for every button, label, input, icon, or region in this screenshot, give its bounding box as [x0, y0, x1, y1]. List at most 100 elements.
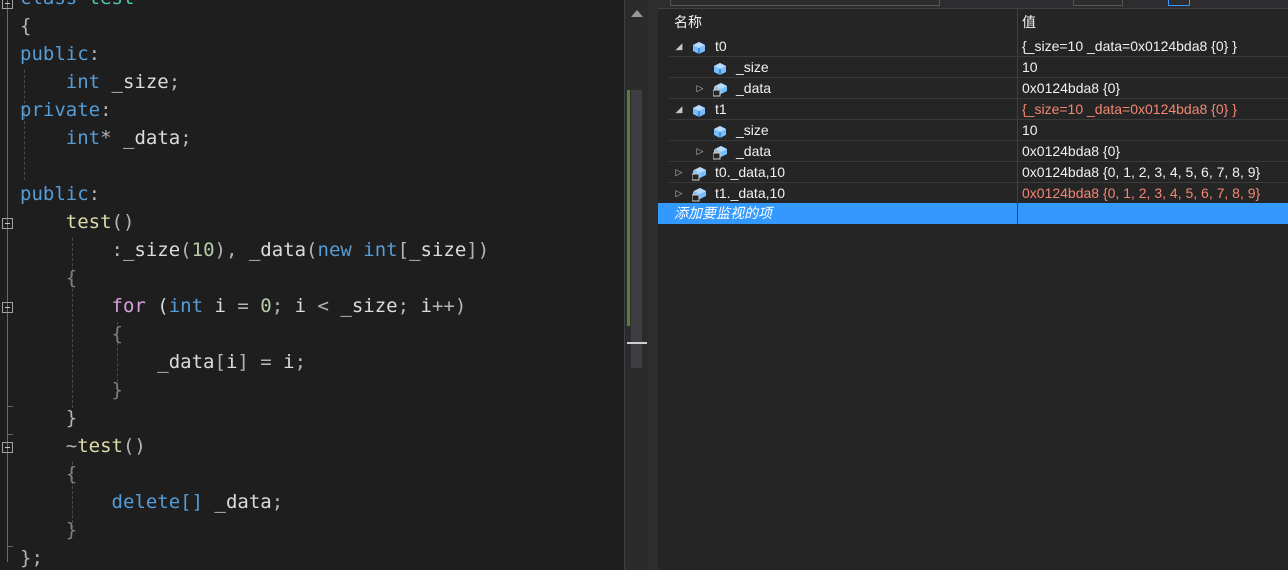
object-icon: [692, 103, 706, 117]
code-token: :: [88, 43, 101, 65]
toolbar-button[interactable]: [1168, 0, 1190, 6]
watch-row[interactable]: ▷ t0._data,10 0x0124bda8 {0, 1, 2, 3, 4, 5…: [658, 162, 1288, 183]
watch-item-value[interactable]: {_size=10 _data=0x0124bda8 {0} }: [1022, 36, 1237, 57]
code-line: ~test(): [20, 432, 489, 460]
watch-row[interactable]: ◢ t1 {_size=10 _data=0x0124bda8 {0} }: [658, 99, 1288, 120]
code-token: _size: [340, 295, 398, 317]
code-line: :_size(10), _data(new int[_size]): [20, 236, 490, 264]
private-field-icon: [691, 166, 706, 181]
code-token: ;: [271, 491, 284, 513]
collapse-arrow-icon[interactable]: ◢: [674, 36, 684, 57]
code-token: delete: [111, 491, 181, 513]
code-line: delete[] _data;: [20, 488, 489, 516]
watch-item-name[interactable]: _size: [736, 57, 769, 78]
code-token: _size: [111, 71, 169, 93]
code-line: }: [20, 376, 489, 404]
scroll-up-arrow-icon[interactable]: [631, 10, 643, 17]
watch-row[interactable]: ▷ _data 0x0124bda8 {0}: [658, 78, 1288, 99]
code-token: :: [88, 183, 101, 205]
watch-item-name[interactable]: t0._data,10: [715, 162, 785, 183]
code-token: private: [20, 99, 101, 121]
watch-row[interactable]: ▷ t1._data,10 0x0124bda8 {0, 1, 2, 3, 4, 5…: [658, 183, 1288, 204]
watch-row[interactable]: _size 10: [658, 57, 1288, 78]
collapse-icon[interactable]: [2, 0, 13, 9]
code-line: {: [20, 12, 489, 40]
code-line: private:: [20, 96, 489, 124]
watch-item-name[interactable]: t1: [715, 99, 727, 120]
watch-item-name[interactable]: _size: [736, 120, 769, 141]
code-token: ;: [294, 351, 307, 373]
code-token: i: [420, 295, 432, 317]
fold-end-marker: [7, 546, 13, 547]
watch-item-value[interactable]: 10: [1022, 120, 1038, 141]
code-token: }: [111, 379, 123, 401]
expand-arrow-icon[interactable]: ▷: [674, 183, 684, 204]
code-token: public: [20, 43, 89, 65]
watch-row[interactable]: ▷ _data 0x0124bda8 {0}: [658, 141, 1288, 162]
private-field-icon: [691, 187, 706, 202]
caret-position-marker: [627, 342, 647, 344]
search-box[interactable]: [670, 0, 940, 6]
scrollbar-thumb[interactable]: [631, 90, 642, 368]
watch-item-value[interactable]: 0x0124bda8 {0}: [1022, 78, 1120, 99]
code-token: }: [65, 519, 78, 541]
code-token: _size: [122, 239, 181, 261]
pane-splitter[interactable]: [648, 0, 658, 570]
watch-item-value[interactable]: 0x0124bda8 {0, 1, 2, 3, 4, 5, 6, 7, 8, 9…: [1022, 162, 1260, 183]
code-text[interactable]: class test{public: int _size;private: in…: [20, 0, 489, 570]
code-editor[interactable]: class test{public: int _size;private: in…: [0, 0, 624, 570]
code-token: ;: [168, 71, 181, 93]
expand-arrow-icon[interactable]: ▷: [695, 141, 705, 162]
change-tracking-bar: [627, 90, 630, 326]
code-token: {: [65, 463, 78, 485]
code-token: (: [306, 239, 318, 261]
watch-item-value[interactable]: 10: [1022, 57, 1038, 78]
watch-row[interactable]: _size 10: [658, 120, 1288, 141]
code-token: 0: [260, 295, 272, 317]
column-separator[interactable]: [1017, 9, 1018, 224]
watch-item-value[interactable]: {_size=10 _data=0x0124bda8 {0} }: [1022, 99, 1237, 120]
column-header-name[interactable]: 名称: [674, 9, 702, 35]
search-depth-box[interactable]: [1073, 0, 1123, 6]
add-watch-row[interactable]: 添加要监视的项: [658, 203, 1288, 224]
editor-vertical-scrollbar[interactable]: [624, 0, 648, 570]
code-token: ),: [214, 239, 249, 261]
watch-item-name[interactable]: _data: [736, 141, 771, 162]
column-header-value[interactable]: 值: [1022, 9, 1036, 35]
collapse-icon[interactable]: [2, 442, 13, 453]
watch-row[interactable]: ◢ t0 {_size=10 _data=0x0124bda8 {0} }: [658, 36, 1288, 57]
code-token: test: [65, 211, 112, 233]
watch-item-name[interactable]: t0: [715, 36, 727, 57]
field-icon: [713, 61, 727, 75]
collapse-icon[interactable]: [2, 302, 13, 313]
watch-item-name[interactable]: _data: [736, 78, 771, 99]
code-token: (): [122, 435, 146, 457]
code-token: for: [111, 295, 146, 317]
collapse-arrow-icon[interactable]: ◢: [674, 99, 684, 120]
private-field-icon: [712, 82, 727, 97]
code-line: public:: [20, 40, 489, 68]
watch-item-name[interactable]: t1._data,10: [715, 183, 785, 204]
expand-arrow-icon[interactable]: ▷: [674, 162, 684, 183]
collapse-icon[interactable]: [2, 218, 13, 229]
add-watch-placeholder[interactable]: 添加要监视的项: [674, 203, 772, 224]
watch-item-value[interactable]: 0x0124bda8 {0, 1, 2, 3, 4, 5, 6, 7, 8, 9…: [1022, 183, 1260, 204]
expand-arrow-icon[interactable]: ▷: [695, 78, 705, 99]
code-line: {: [20, 460, 489, 488]
code-token: ;: [271, 295, 295, 317]
watch-item-value[interactable]: 0x0124bda8 {0}: [1022, 141, 1120, 162]
code-token: ;: [180, 127, 192, 149]
